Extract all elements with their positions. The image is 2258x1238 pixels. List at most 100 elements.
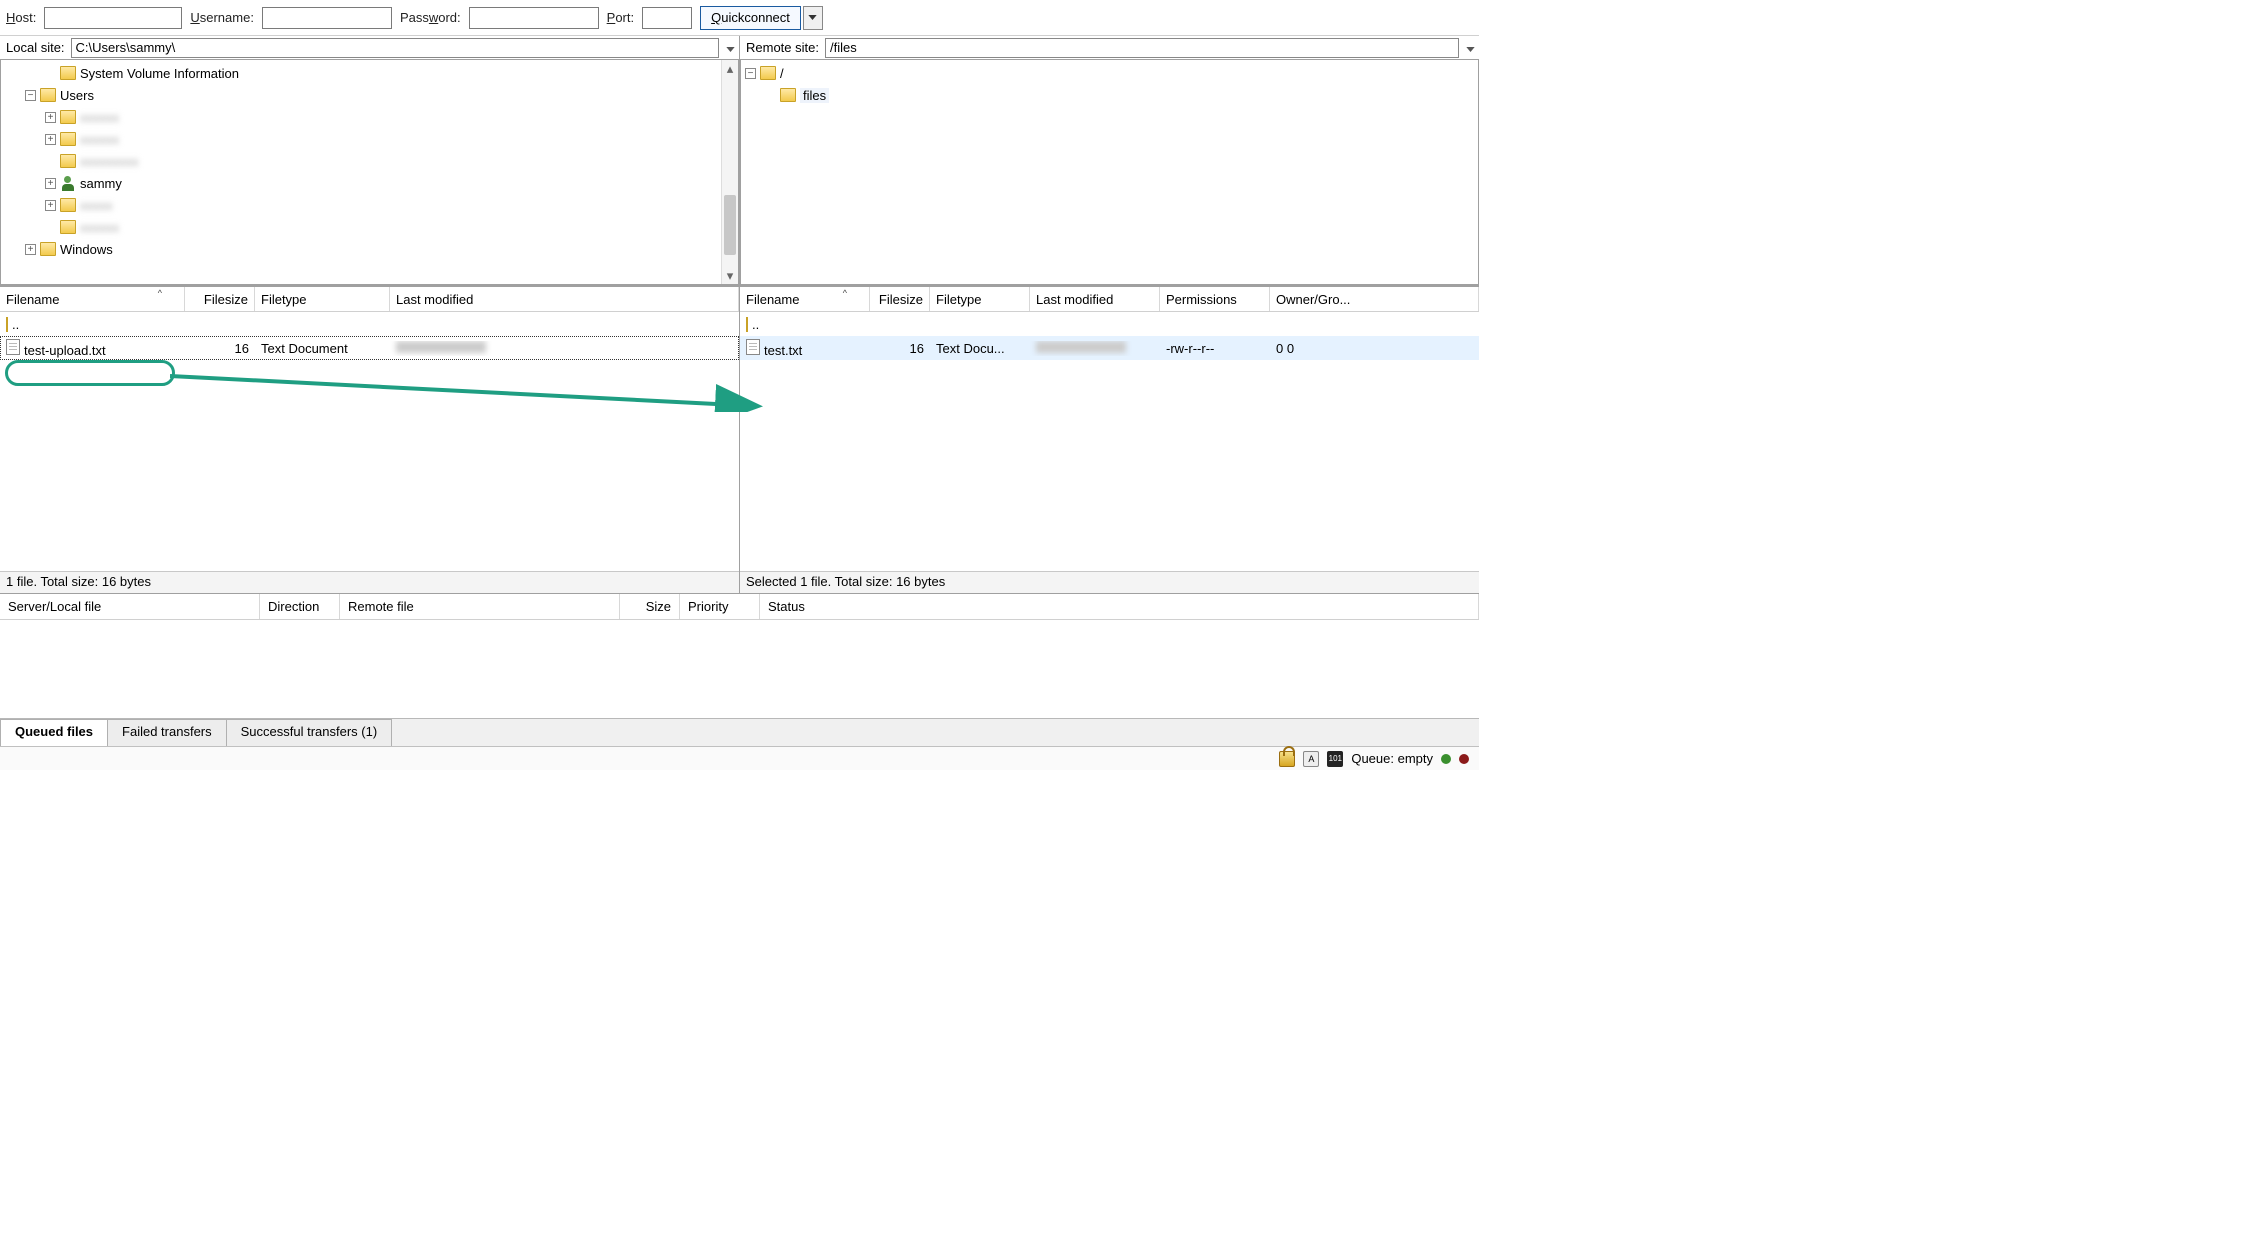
tree-item[interactable]: +xxxxxx (45, 106, 734, 128)
scroll-up-icon[interactable]: ▴ (722, 60, 738, 77)
scroll-thumb[interactable] (724, 195, 736, 255)
expand-icon[interactable]: + (45, 134, 56, 145)
tree-item-sammy[interactable]: +sammy (45, 172, 734, 194)
tree-item-windows[interactable]: +Windows (25, 238, 734, 260)
col-priority[interactable]: Priority (680, 594, 760, 619)
quickconnect-bar: Host: Username: Password: Port: Quickcon… (0, 0, 1479, 36)
bottom-status-strip: A 101 Queue: empty (0, 746, 1479, 770)
tab-failed[interactable]: Failed transfers (107, 719, 227, 746)
local-site-header: Local site: (0, 36, 739, 60)
local-list-body[interactable]: .. test-upload.txt 16 Text Document (0, 312, 739, 571)
queue-body[interactable] (0, 620, 1479, 718)
collapse-icon[interactable]: − (25, 90, 36, 101)
col-direction[interactable]: Direction (260, 594, 340, 619)
list-row-file[interactable]: test.txt 16 Text Docu... -rw-r--r-- 0 0 (740, 336, 1479, 360)
chevron-down-icon (808, 15, 817, 20)
col-modified[interactable]: Last modified (390, 287, 739, 311)
quickconnect-dropdown[interactable] (803, 6, 823, 30)
folder-icon (60, 198, 76, 212)
queue-status-label: Queue: empty (1351, 751, 1433, 766)
tab-successful[interactable]: Successful transfers (1) (226, 719, 393, 746)
remote-list-body[interactable]: .. test.txt 16 Text Docu... -rw-r--r-- 0… (740, 312, 1479, 571)
tree-item-users[interactable]: − Users (25, 84, 734, 106)
collapse-icon[interactable]: − (745, 68, 756, 79)
port-input[interactable] (642, 7, 692, 29)
key-icon[interactable]: A (1303, 751, 1319, 767)
tree-item[interactable]: xxxxxx (45, 216, 734, 238)
local-path-input[interactable] (71, 38, 719, 58)
folder-icon (40, 242, 56, 256)
local-status: 1 file. Total size: 16 bytes (0, 571, 739, 593)
file-size: 16 (870, 341, 930, 356)
col-filesize[interactable]: Filesize (185, 287, 255, 311)
col-filetype[interactable]: Filetype (255, 287, 390, 311)
host-label: Host: (6, 10, 36, 25)
file-icon (746, 339, 760, 355)
tree-item[interactable]: xxxxxxxxx (45, 150, 734, 172)
folder-icon (60, 132, 76, 146)
folder-icon (6, 317, 8, 332)
local-tree[interactable]: System Volume Information − Users +xxxxx… (0, 60, 739, 285)
tree-item-files[interactable]: files (765, 84, 1474, 106)
queue-header: Server/Local file Direction Remote file … (0, 594, 1479, 620)
file-name: test.txt (764, 343, 802, 358)
list-row-file[interactable]: test-upload.txt 16 Text Document (0, 336, 739, 360)
folder-icon (760, 66, 776, 80)
remote-site-label: Remote site: (740, 40, 825, 55)
expand-icon[interactable]: + (45, 178, 56, 189)
lock-icon[interactable] (1279, 751, 1295, 767)
host-input[interactable] (44, 7, 182, 29)
remote-site-header: Remote site: (740, 36, 1479, 60)
password-input[interactable] (469, 7, 599, 29)
col-permissions[interactable]: Permissions (1160, 287, 1270, 311)
folder-icon (60, 66, 76, 80)
col-filetype[interactable]: Filetype (930, 287, 1030, 311)
file-permissions: -rw-r--r-- (1160, 341, 1270, 356)
folder-icon (60, 220, 76, 234)
col-server[interactable]: Server/Local file (0, 594, 260, 619)
col-size[interactable]: Size (620, 594, 680, 619)
file-list-row: Filename^ Filesize Filetype Last modifie… (0, 286, 1479, 593)
col-filesize[interactable]: Filesize (870, 287, 930, 311)
username-label: Username: (190, 10, 254, 25)
folder-icon (780, 88, 796, 102)
remote-filelist-pane: Filename^ Filesize Filetype Last modifie… (740, 286, 1479, 593)
list-row-up[interactable]: .. (0, 312, 739, 336)
file-name: test-upload.txt (24, 343, 106, 358)
folder-icon (60, 154, 76, 168)
list-row-up[interactable]: .. (740, 312, 1479, 336)
activity-green-icon (1441, 754, 1451, 764)
local-pane: Local site: System Volume Information − … (0, 36, 740, 285)
port-label: Port: (607, 10, 634, 25)
local-list-header: Filename^ Filesize Filetype Last modifie… (0, 286, 739, 312)
col-status[interactable]: Status (760, 594, 1479, 619)
binary-icon[interactable]: 101 (1327, 751, 1343, 767)
remote-path-dropdown[interactable] (1461, 40, 1479, 55)
file-modified (1030, 341, 1160, 356)
queue-area: Server/Local file Direction Remote file … (0, 593, 1479, 746)
scrollbar[interactable]: ▴ ▾ (721, 60, 738, 284)
tree-item[interactable]: +xxxxx (45, 194, 734, 216)
col-modified[interactable]: Last modified (1030, 287, 1160, 311)
col-filename[interactable]: Filename^ (740, 287, 870, 311)
user-icon (60, 175, 76, 191)
scroll-down-icon[interactable]: ▾ (722, 267, 738, 284)
folder-icon (60, 110, 76, 124)
tree-item-svi[interactable]: System Volume Information (45, 62, 734, 84)
folder-icon (40, 88, 56, 102)
quickconnect-button[interactable]: Quickconnect (700, 6, 801, 30)
col-owner[interactable]: Owner/Gro... (1270, 287, 1479, 311)
chevron-down-icon (726, 47, 735, 52)
tab-queued[interactable]: Queued files (0, 719, 108, 746)
username-input[interactable] (262, 7, 392, 29)
local-path-dropdown[interactable] (721, 40, 739, 55)
remote-tree[interactable]: − / files (740, 60, 1479, 285)
expand-icon[interactable]: + (45, 200, 56, 211)
expand-icon[interactable]: + (25, 244, 36, 255)
remote-path-input[interactable] (825, 38, 1459, 58)
expand-icon[interactable]: + (45, 112, 56, 123)
col-remote[interactable]: Remote file (340, 594, 620, 619)
col-filename[interactable]: Filename^ (0, 287, 185, 311)
tree-item-root[interactable]: − / (745, 62, 1474, 84)
tree-item[interactable]: +xxxxxx (45, 128, 734, 150)
